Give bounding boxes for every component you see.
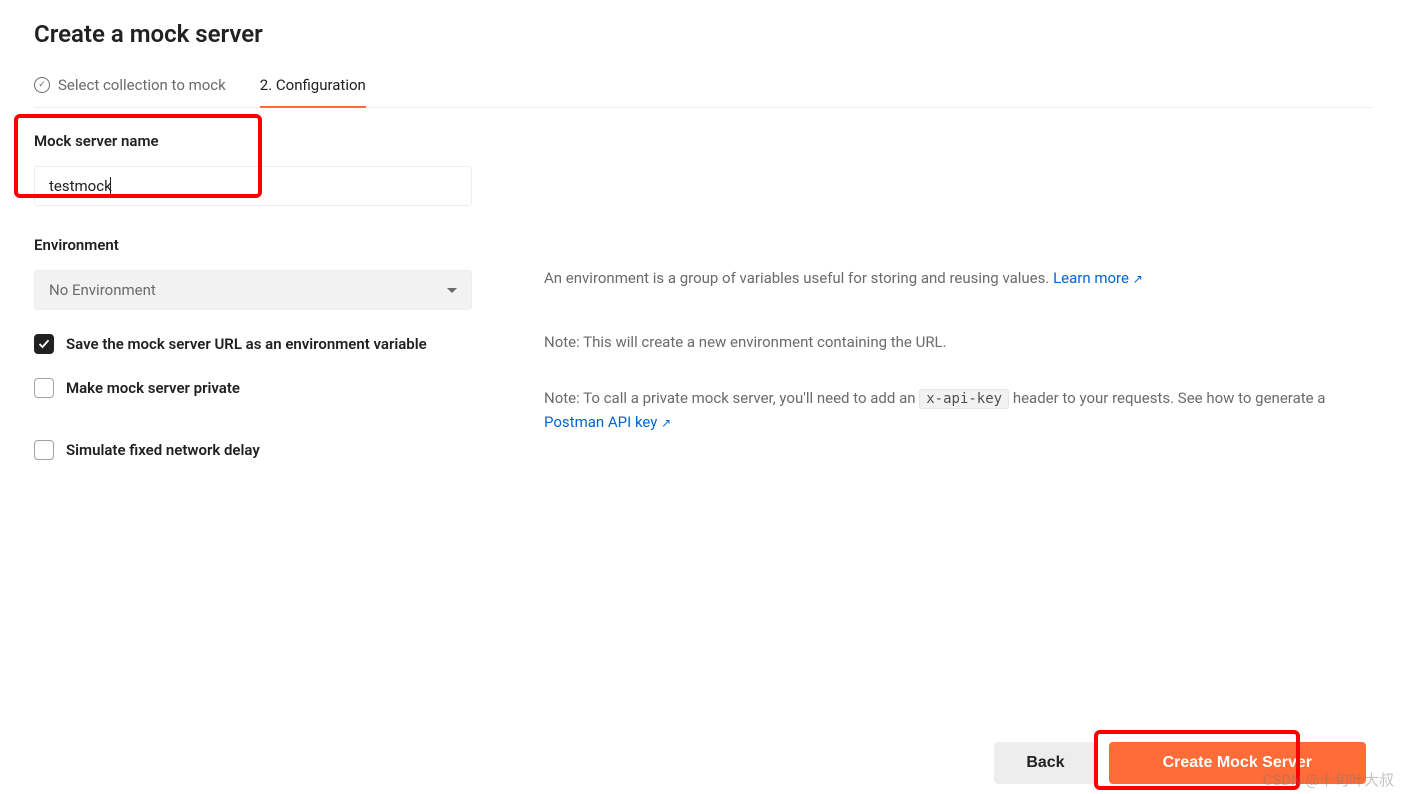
learn-more-label: Learn more (1053, 269, 1129, 287)
external-link-icon: ↗ (1133, 272, 1143, 286)
delay-checkbox[interactable] (34, 440, 54, 460)
check-circle-icon: ✓ (34, 77, 50, 93)
save-url-checkbox[interactable] (34, 334, 54, 354)
private-help-text: Note: To call a private mock server, you… (544, 386, 1372, 434)
page-title: Create a mock server (34, 20, 1372, 48)
text-cursor (110, 177, 111, 195)
footer-actions: Back Create Mock Server (994, 742, 1366, 784)
save-url-row: Save the mock server URL as an environme… (34, 334, 504, 354)
api-key-code: x-api-key (919, 389, 1009, 409)
private-row: Make mock server private (34, 378, 504, 398)
mock-name-label: Mock server name (34, 132, 504, 150)
learn-more-link[interactable]: Learn more ↗ (1053, 269, 1143, 287)
private-help-pre: Note: To call a private mock server, you… (544, 389, 919, 407)
delay-label: Simulate fixed network delay (66, 441, 260, 459)
environment-selected-value: No Environment (49, 281, 156, 299)
create-mock-server-button[interactable]: Create Mock Server (1109, 742, 1366, 784)
private-label: Make mock server private (66, 379, 240, 397)
private-help-mid: header to your requests. See how to gene… (1013, 389, 1326, 407)
step-select-collection[interactable]: ✓ Select collection to mock (34, 68, 226, 108)
env-help-text: An environment is a group of variables u… (544, 266, 1372, 290)
save-url-label: Save the mock server URL as an environme… (66, 335, 427, 353)
mock-name-input[interactable]: testmock (34, 166, 472, 206)
mock-name-value: testmock (49, 177, 112, 195)
check-icon (38, 338, 50, 350)
step-configuration[interactable]: 2. Configuration (260, 68, 366, 108)
save-url-help-text: Note: This will create a new environment… (544, 330, 1372, 354)
steps-nav: ✓ Select collection to mock 2. Configura… (34, 68, 1372, 108)
external-link-icon: ↗ (661, 416, 671, 430)
postman-api-key-link[interactable]: Postman API key ↗ (544, 413, 671, 431)
delay-row: Simulate fixed network delay (34, 440, 504, 460)
postman-api-key-label: Postman API key (544, 413, 657, 431)
step-1-label: Select collection to mock (58, 76, 226, 94)
environment-label: Environment (34, 236, 504, 254)
private-checkbox[interactable] (34, 378, 54, 398)
env-help-main: An environment is a group of variables u… (544, 269, 1053, 287)
chevron-down-icon (447, 288, 457, 293)
step-2-label: 2. Configuration (260, 76, 366, 94)
environment-select[interactable]: No Environment (34, 270, 472, 310)
back-button[interactable]: Back (994, 742, 1096, 784)
